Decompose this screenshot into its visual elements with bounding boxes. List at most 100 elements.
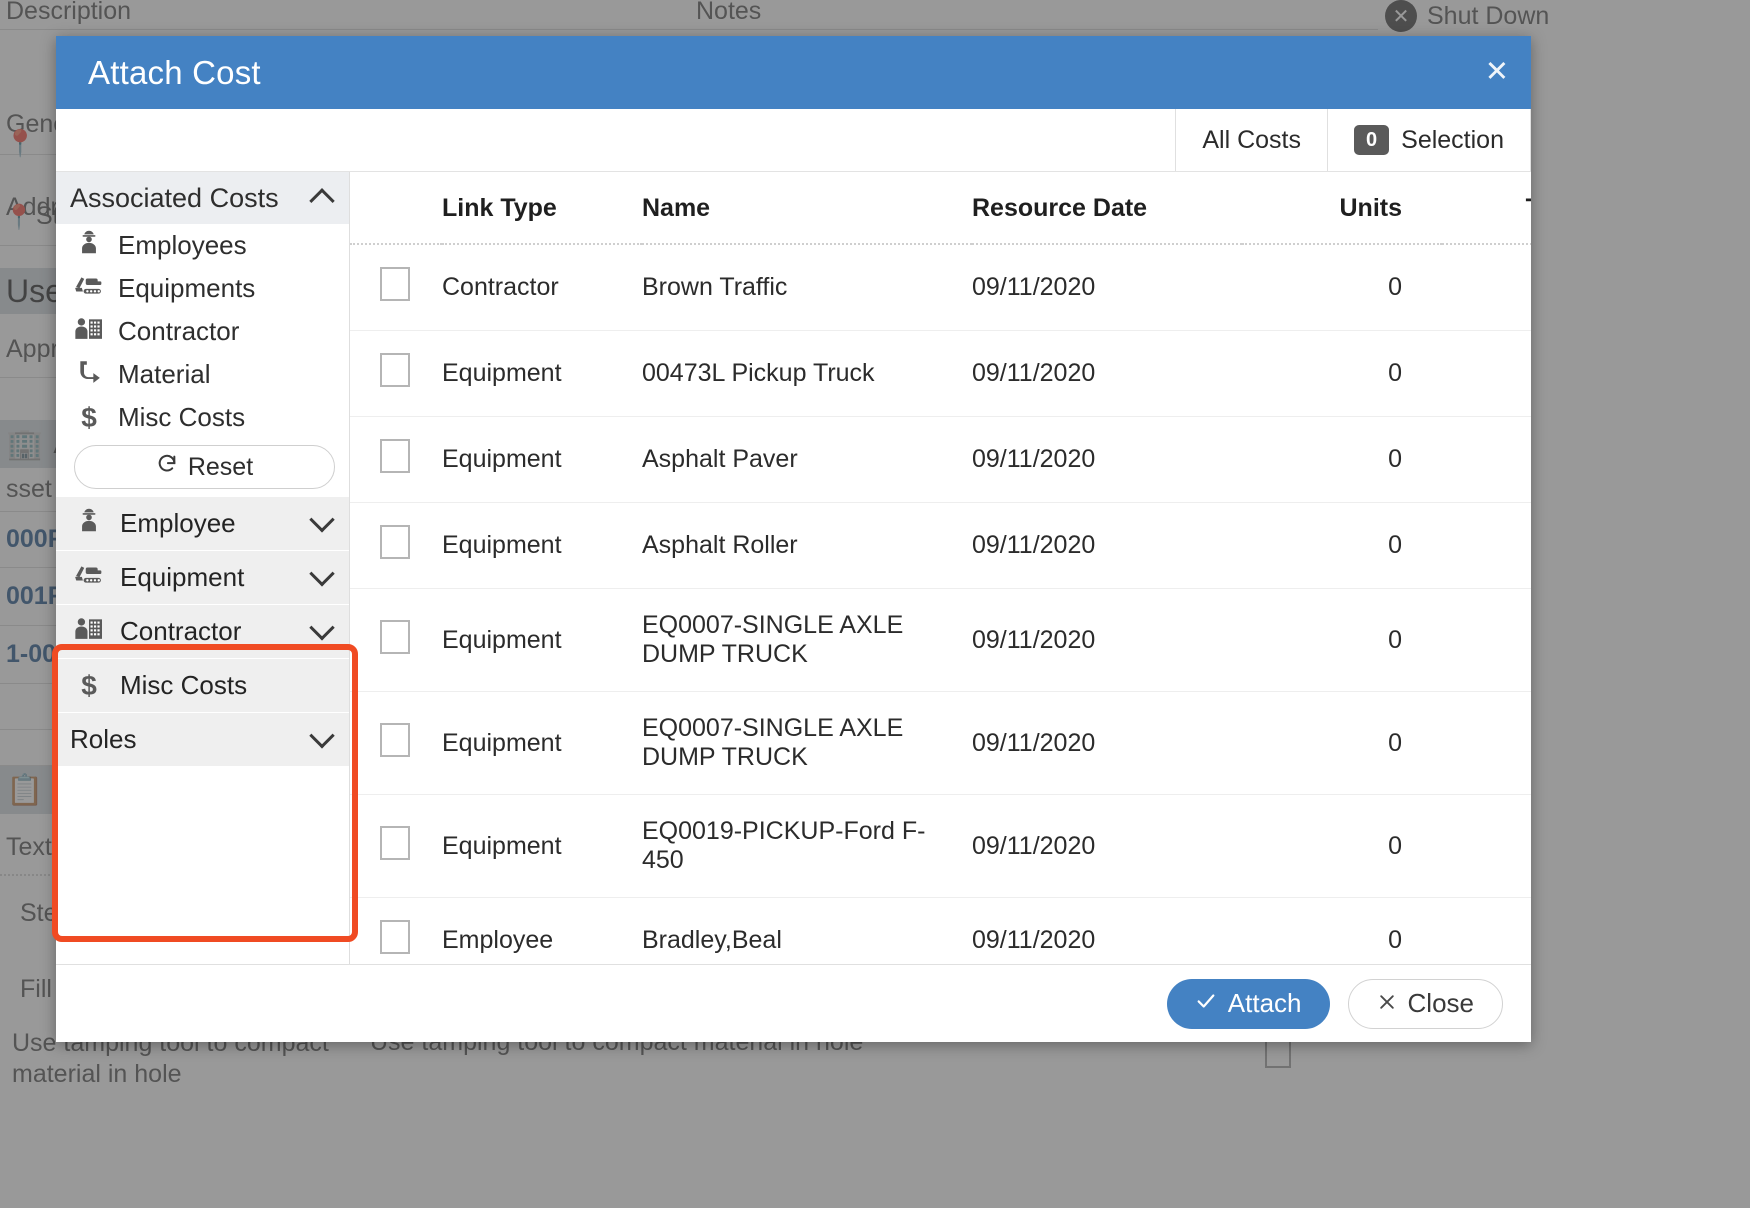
- tab-all-costs-label: All Costs: [1202, 125, 1302, 154]
- table-row[interactable]: EquipmentAsphalt Paver09/11/202000.00: [350, 416, 1531, 503]
- x-icon: [1377, 988, 1397, 1019]
- cell-name: Asphalt Paver: [642, 416, 972, 503]
- cell-name: Bradley,Beal: [642, 897, 972, 964]
- attach-button[interactable]: Attach: [1166, 978, 1330, 1029]
- employee-icon: [72, 507, 106, 540]
- contractor-icon: [72, 615, 106, 648]
- accordion-item-misc-costs-label: Misc Costs: [120, 670, 248, 700]
- column-header-name[interactable]: Name: [642, 172, 972, 245]
- accordion-item-roles-label: Roles: [70, 724, 137, 754]
- row-checkbox-cell: [350, 244, 442, 331]
- cell-units: 0: [1242, 588, 1442, 692]
- attach-cost-modal: Attach Cost ✕ All Costs 0 Selection Asso…: [52, 36, 1531, 1042]
- sidebar-item-employees-label: Employees: [118, 230, 247, 260]
- cell-resource-date: 09/11/2020: [972, 244, 1242, 331]
- cell-link-type: Equipment: [442, 588, 642, 692]
- cell-total-cost: 0.00: [1442, 244, 1531, 331]
- page-title: Attach Cost: [88, 53, 261, 91]
- accordion-item-roles[interactable]: Roles: [56, 713, 349, 767]
- chevron-down-icon: [309, 506, 335, 532]
- accordion-item-employee[interactable]: Employee: [56, 497, 349, 551]
- row-checkbox-cell: [350, 416, 442, 503]
- cell-name: EQ0007-SINGLE AXLE DUMP TRUCK: [642, 588, 972, 692]
- row-checkbox-cell: [350, 897, 442, 964]
- reset-button[interactable]: Reset: [74, 445, 335, 489]
- sidebar-item-material[interactable]: Material: [56, 353, 349, 396]
- cell-link-type: Employee: [442, 897, 642, 964]
- row-checkbox-cell: [350, 691, 442, 795]
- cell-units: 0: [1242, 691, 1442, 795]
- cell-units: 0: [1242, 897, 1442, 964]
- costs-table-body: ContractorBrown Traffic09/11/202000.00Eq…: [350, 244, 1531, 964]
- dollar-icon: $: [81, 669, 97, 701]
- row-checkbox[interactable]: [380, 267, 410, 301]
- filter-sidebar: Associated Costs Employees Equipments Co…: [52, 172, 358, 964]
- sidebar-item-misc-costs[interactable]: $ Misc Costs: [56, 396, 349, 439]
- cell-resource-date: 09/11/2020: [972, 330, 1242, 417]
- row-checkbox[interactable]: [380, 825, 410, 860]
- cell-resource-date: 09/11/2020: [972, 794, 1242, 898]
- row-checkbox-cell: [350, 502, 442, 589]
- sidebar-item-contractor-label: Contractor: [118, 316, 240, 346]
- excavator-icon: [72, 272, 106, 305]
- contractor-icon: [72, 315, 106, 348]
- column-header-resource-date[interactable]: Resource Date: [972, 172, 1242, 245]
- cell-name: 00473L Pickup Truck: [642, 330, 972, 417]
- table-row[interactable]: EmployeeBradley,Beal09/11/202000.00: [350, 897, 1531, 964]
- costs-table-head: Link Type Name Resource Date Units Total…: [350, 172, 1531, 245]
- attach-button-label: Attach: [1227, 988, 1302, 1018]
- sidebar-item-material-label: Material: [118, 359, 211, 389]
- table-row[interactable]: EquipmentAsphalt Roller09/11/202000.00: [350, 502, 1531, 589]
- row-checkbox[interactable]: [380, 920, 410, 954]
- accordion-item-equipment[interactable]: Equipment: [56, 551, 349, 605]
- cell-total-cost: 0.00: [1442, 588, 1531, 692]
- cell-total-cost: 0.00: [1442, 330, 1531, 417]
- table-row[interactable]: ContractorBrown Traffic09/11/202000.00: [350, 244, 1531, 331]
- row-checkbox-cell: [350, 794, 442, 898]
- sidebar-item-contractor[interactable]: Contractor: [56, 310, 349, 353]
- modal-footer: Attach Close: [56, 964, 1531, 1042]
- cell-resource-date: 09/11/2020: [972, 691, 1242, 795]
- tab-selection[interactable]: 0 Selection: [1327, 109, 1531, 171]
- row-checkbox[interactable]: [380, 439, 410, 473]
- table-row[interactable]: Equipment EQ0019-PICKUP-Ford F-450 09/11/2…: [350, 794, 1531, 898]
- cell-total-cost: 0.00: [1442, 502, 1531, 589]
- row-checkbox[interactable]: [380, 353, 410, 387]
- cell-name: Asphalt Roller: [642, 502, 972, 589]
- accordion-item-equipment-label: Equipment: [120, 562, 245, 592]
- table-row[interactable]: Equipment EQ0007-SINGLE AXLE DUMP TRUCK 09…: [350, 691, 1531, 795]
- cell-name: EQ0007-SINGLE AXLE DUMP TRUCK: [642, 691, 972, 795]
- cell-units: 0: [1242, 416, 1442, 503]
- associated-costs-header[interactable]: Associated Costs: [56, 172, 349, 224]
- table-row[interactable]: Equipment EQ0007-SINGLE AXLE DUMP TRUCK 09…: [350, 588, 1531, 692]
- costs-table-scroll[interactable]: Link Type Name Resource Date Units Total…: [350, 172, 1531, 964]
- accordion-item-contractor[interactable]: Contractor: [56, 605, 349, 659]
- table-row[interactable]: Equipment00473L Pickup Truck09/11/202000…: [350, 330, 1531, 417]
- close-button[interactable]: Close: [1347, 978, 1503, 1029]
- cell-link-type: Equipment: [442, 502, 642, 589]
- column-header-link-type[interactable]: Link Type: [442, 172, 642, 245]
- cell-link-type: Contractor: [442, 244, 642, 331]
- selection-count-badge: 0: [1354, 125, 1390, 155]
- tab-bar: All Costs 0 Selection: [56, 109, 1531, 172]
- cell-name: Brown Traffic: [642, 244, 972, 331]
- row-checkbox[interactable]: [380, 619, 410, 654]
- cell-units: 0: [1242, 794, 1442, 898]
- excavator-icon: [72, 561, 106, 594]
- column-header-units[interactable]: Units: [1242, 172, 1442, 245]
- column-header-total-cost[interactable]: Total Cost: [1442, 172, 1531, 245]
- cell-units: 0: [1242, 330, 1442, 417]
- dollar-icon: $: [81, 401, 97, 433]
- close-icon[interactable]: ✕: [1485, 58, 1509, 87]
- row-checkbox[interactable]: [380, 722, 410, 757]
- sidebar-item-equipments[interactable]: Equipments: [56, 267, 349, 310]
- tab-all-costs[interactable]: All Costs: [1175, 109, 1328, 171]
- row-checkbox[interactable]: [380, 525, 410, 559]
- accordion-item-misc-costs[interactable]: $ Misc Costs: [56, 659, 349, 713]
- sidebar-item-employees[interactable]: Employees: [56, 224, 349, 267]
- cell-name: EQ0019-PICKUP-Ford F-450: [642, 794, 972, 898]
- cell-total-cost: 0.00: [1442, 416, 1531, 503]
- cell-link-type: Equipment: [442, 794, 642, 898]
- row-checkbox-cell: [350, 330, 442, 417]
- cell-resource-date: 09/11/2020: [972, 588, 1242, 692]
